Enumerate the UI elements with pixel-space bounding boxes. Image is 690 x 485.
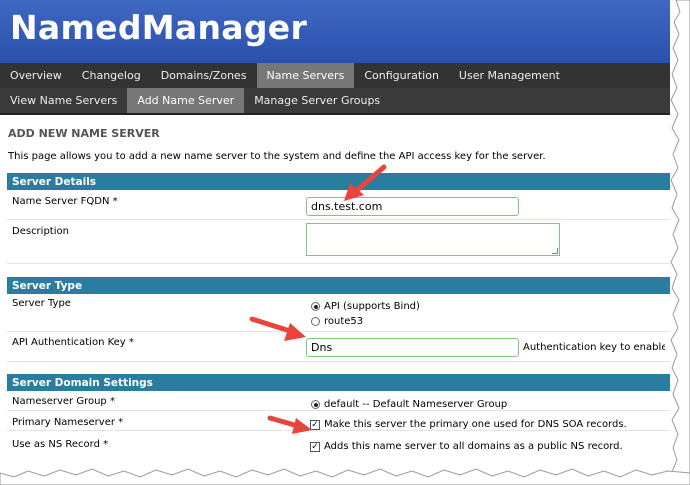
nav-domains-zones[interactable]: Domains/Zones xyxy=(151,63,257,88)
api-key-hint: Authentication key to enable t xyxy=(523,342,665,353)
description-textarea[interactable] xyxy=(306,223,560,256)
nav-user-management[interactable]: User Management xyxy=(449,63,570,88)
primary-nav: Overview Changelog Domains/Zones Name Se… xyxy=(0,63,670,88)
ns-record-checkbox[interactable]: ✓ xyxy=(310,442,320,452)
radio-api-label: API (supports Bind) xyxy=(324,301,420,312)
radio-route53-label: route53 xyxy=(324,316,364,327)
main-content: ADD NEW NAME SERVER This page allows you… xyxy=(0,117,670,485)
api-key-label: API Authentication Key * xyxy=(12,337,134,348)
section-server-type: Server Type xyxy=(7,277,670,294)
section-server-domain-settings: Server Domain Settings xyxy=(7,374,670,391)
app-header: NamedManager xyxy=(0,0,670,63)
default-group-label: default -- Default Nameserver Group xyxy=(324,399,508,410)
nav-changelog[interactable]: Changelog xyxy=(72,63,151,88)
arrow-fqdn-icon xyxy=(344,164,387,201)
nameserver-group-label: Nameserver Group * xyxy=(12,396,115,407)
section-server-details: Server Details xyxy=(7,173,670,190)
ns-record-label: Use as NS Record * xyxy=(12,439,109,450)
subnav-manage-server-groups[interactable]: Manage Server Groups xyxy=(244,88,390,113)
arrow-primary-icon xyxy=(267,415,312,434)
secondary-nav: View Name Servers Add Name Server Manage… xyxy=(0,88,670,115)
fqdn-label: Name Server FQDN * xyxy=(12,196,118,207)
subnav-add-name-server[interactable]: Add Name Server xyxy=(127,88,245,113)
nav-configuration[interactable]: Configuration xyxy=(354,63,449,88)
radio-default-group[interactable] xyxy=(311,400,320,409)
nav-overview[interactable]: Overview xyxy=(0,63,72,88)
page-title: ADD NEW NAME SERVER xyxy=(8,127,160,140)
resize-grip-icon[interactable] xyxy=(552,248,558,254)
radio-api[interactable] xyxy=(311,302,320,311)
primary-nameserver-label: Primary Nameserver * xyxy=(12,417,124,428)
radio-route53[interactable] xyxy=(311,317,320,326)
ns-record-text: Adds this name server to all domains as … xyxy=(324,441,623,452)
arrow-api-key-icon xyxy=(249,316,306,341)
nav-name-servers[interactable]: Name Servers xyxy=(256,63,355,88)
page-intro: This page allows you to add a new name s… xyxy=(8,151,546,162)
description-label: Description xyxy=(12,226,69,237)
fqdn-input[interactable] xyxy=(306,197,519,216)
subnav-view-name-servers[interactable]: View Name Servers xyxy=(0,88,127,113)
server-type-label: Server Type xyxy=(12,298,71,309)
primary-nameserver-text: Make this server the primary one used fo… xyxy=(324,419,627,430)
app-logo[interactable]: NamedManager xyxy=(10,8,307,47)
api-key-input[interactable] xyxy=(306,338,519,357)
